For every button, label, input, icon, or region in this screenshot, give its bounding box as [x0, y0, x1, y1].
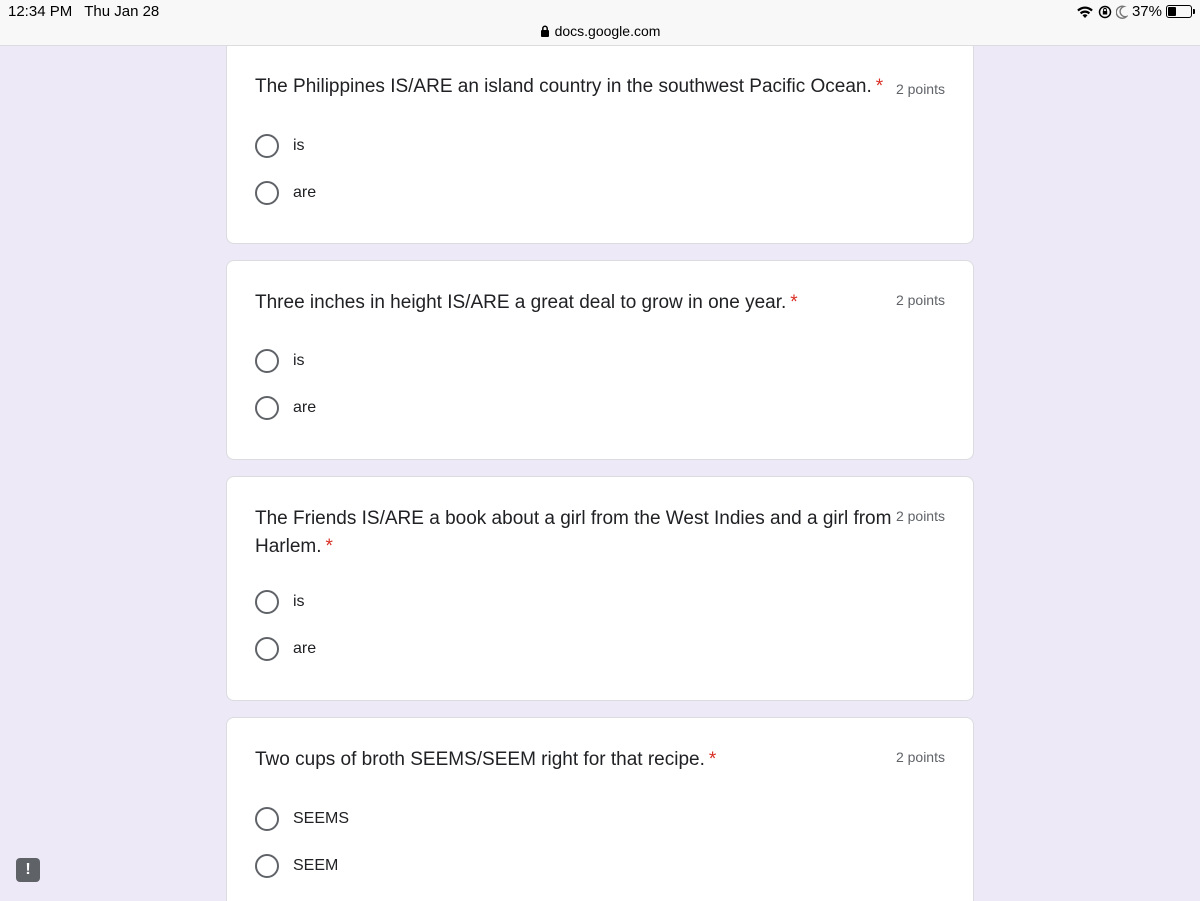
option-radio[interactable]: is [255, 590, 305, 614]
question-text: The Friends IS/ARE a book about a girl f… [255, 508, 892, 557]
radio-button[interactable] [255, 637, 279, 661]
url-text: docs.google.com [554, 23, 661, 39]
required-asterisk: * [325, 536, 333, 557]
option-label: is [293, 352, 305, 369]
option-radio[interactable]: are [255, 396, 316, 420]
radio-button[interactable] [255, 590, 279, 614]
option-label: is [293, 593, 305, 610]
question-text: Two cups of broth SEEMS/SEEM right for t… [255, 749, 705, 770]
question-title: The Philippines IS/ARE an island country… [255, 73, 895, 101]
required-asterisk: * [708, 749, 717, 770]
question-card: Three inches in height IS/ARE a great de… [226, 260, 974, 460]
question-text: Three inches in height IS/ARE a great de… [255, 292, 787, 313]
question-card: Two cups of broth SEEMS/SEEM right for t… [226, 717, 974, 901]
wifi-icon [1077, 6, 1093, 18]
status-left: 12:34 PM Thu Jan 28 [8, 3, 159, 20]
status-bar: 12:34 PM Thu Jan 28 37% docs.google.com [0, 0, 1200, 46]
moon-icon [1115, 5, 1128, 19]
url-bar[interactable]: docs.google.com [0, 23, 1200, 39]
radio-button[interactable] [255, 396, 279, 420]
option-radio[interactable]: are [255, 637, 316, 661]
option-label: is [293, 137, 305, 154]
question-title: Three inches in height IS/ARE a great de… [255, 289, 895, 317]
option-label: are [293, 184, 317, 201]
radio-button[interactable] [255, 807, 279, 831]
question-card: The Friends IS/ARE a book about a girl f… [226, 476, 974, 701]
required-asterisk: * [875, 76, 884, 97]
radio-button[interactable] [255, 181, 279, 205]
radio-button[interactable] [255, 349, 279, 373]
option-radio[interactable]: SEEM [255, 854, 338, 878]
lock-icon [540, 25, 549, 37]
question-text: The Philippines IS/ARE an island country… [255, 76, 872, 97]
report-problem-icon[interactable]: ! [16, 858, 40, 882]
status-time: 12:34 PM [8, 3, 73, 20]
points-label: 2 points [895, 81, 945, 97]
option-radio[interactable]: is [255, 134, 305, 158]
option-radio[interactable]: SEEMS [255, 807, 349, 831]
points-label: 2 points [895, 292, 945, 308]
status-date: Thu Jan 28 [84, 3, 160, 20]
option-radio[interactable]: is [255, 349, 305, 373]
status-right: 37% [1076, 3, 1195, 20]
battery-icon [1166, 5, 1195, 18]
radio-button[interactable] [255, 854, 279, 878]
option-label: are [293, 640, 317, 657]
option-label: SEEMS [293, 810, 350, 827]
question-title: Two cups of broth SEEMS/SEEM right for t… [255, 746, 895, 774]
required-asterisk: * [790, 292, 798, 313]
option-radio[interactable]: are [255, 181, 316, 205]
question-title: The Friends IS/ARE a book about a girl f… [255, 505, 895, 561]
rotation-lock-icon [1098, 5, 1112, 18]
radio-button[interactable] [255, 134, 279, 158]
battery-percent: 37% [1131, 3, 1162, 20]
points-label: 2 points [895, 749, 945, 765]
points-label: 2 points [895, 508, 945, 524]
question-card: The Philippines IS/ARE an island country… [226, 40, 974, 244]
option-label: SEEM [293, 857, 339, 874]
option-label: are [293, 399, 317, 416]
